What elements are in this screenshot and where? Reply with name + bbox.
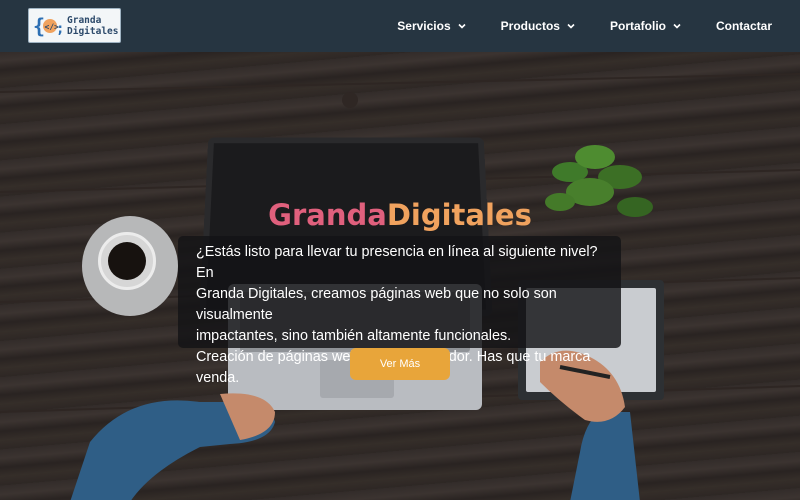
main-menu: Servicios Productos Portafolio Contactar: [397, 0, 772, 52]
code-bracket-logo-icon: { </> ;: [33, 14, 63, 38]
nav-label-productos: Productos: [500, 19, 560, 33]
nav-item-contactar[interactable]: Contactar: [716, 19, 772, 33]
logo-line-2: Digitales: [67, 25, 119, 37]
nav-label-portafolio: Portafolio: [609, 19, 666, 33]
hero-title-part2: Digitales: [386, 198, 532, 232]
nav-label-contactar: Contactar: [715, 19, 772, 33]
hero-description-line-1: ¿Estás listo para llevar tu presencia en…: [196, 244, 598, 281]
hero-description-box: ¿Estás listo para llevar tu presencia en…: [178, 236, 621, 386]
ver-mas-button[interactable]: Ver Más: [350, 348, 450, 380]
hero-title: GrandaDigitales: [0, 198, 800, 232]
svg-text:;: ;: [56, 21, 63, 37]
logo-wordmark: Granda Digitales: [67, 15, 118, 37]
brand-logo[interactable]: { </> ; Granda Digitales: [28, 8, 121, 43]
nav-label-servicios: Servicios: [397, 19, 451, 33]
nav-item-servicios[interactable]: Servicios: [397, 19, 466, 33]
hero-title-part1: Granda: [268, 198, 387, 232]
top-navbar: { </> ; Granda Digitales Servicios Produ…: [0, 0, 800, 52]
hero-description-line-2: Granda Digitales, creamos páginas web qu…: [196, 286, 557, 323]
nav-item-portafolio[interactable]: Portafolio: [610, 19, 682, 33]
hero-section: GrandaDigitales ¿Estás listo para llevar…: [0, 52, 800, 500]
nav-item-productos[interactable]: Productos: [501, 19, 576, 33]
chevron-down-icon: [567, 23, 575, 29]
chevron-down-icon: [673, 23, 681, 29]
hero-description-line-3: impactantes, sino también altamente func…: [196, 328, 512, 344]
coffee-image: [108, 242, 146, 280]
chevron-down-icon: [458, 23, 466, 29]
logo-line-1: Granda: [67, 14, 102, 26]
